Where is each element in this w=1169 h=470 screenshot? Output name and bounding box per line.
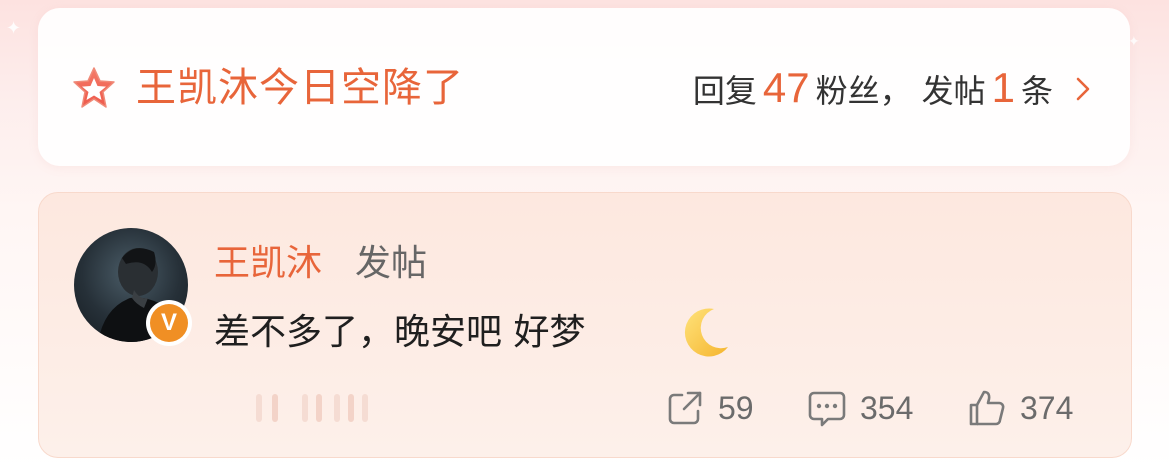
post-text: 差不多了，晚安吧 好梦: [214, 312, 586, 353]
comment-button[interactable]: 354: [806, 384, 913, 432]
post-unit: 条: [1020, 72, 1053, 110]
banner-title: 王凯沐今日空降了: [136, 65, 464, 111]
banner-stats: 回复 47 粉丝， 发帖 1 条: [693, 62, 1053, 114]
sparkle-decoration: ✦: [6, 18, 22, 39]
author-name[interactable]: 王凯沐: [214, 240, 322, 288]
reply-label: 回复: [692, 72, 757, 110]
reply-count: 47: [762, 64, 810, 111]
post-label: 发帖: [921, 72, 986, 110]
comment-icon: [808, 391, 846, 427]
crescent-moon-icon: [684, 308, 728, 357]
verified-mark: V: [150, 304, 188, 342]
share-count: 59: [718, 389, 754, 426]
post-count: 1: [991, 64, 1015, 111]
thumbs-up-icon: [969, 390, 1005, 426]
post-action-label: 发帖: [355, 243, 428, 284]
share-icon: [668, 391, 702, 425]
comment-count: 354: [860, 389, 914, 426]
fans-label: 粉丝，: [815, 72, 912, 110]
loading-bars-decoration: [256, 394, 368, 422]
star-badge-icon: [73, 67, 115, 108]
chevron-right-icon[interactable]: [1072, 74, 1094, 104]
verified-badge: V: [146, 300, 192, 346]
like-button[interactable]: 374: [966, 384, 1073, 432]
share-button[interactable]: 59: [664, 384, 754, 432]
like-count: 374: [1020, 389, 1074, 426]
